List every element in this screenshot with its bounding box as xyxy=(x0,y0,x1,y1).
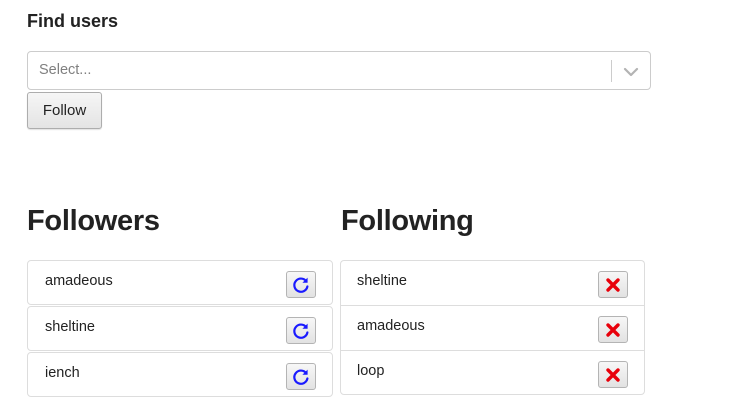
find-users-title: Find users xyxy=(27,11,119,31)
close-icon xyxy=(605,322,621,338)
follow-back-button[interactable] xyxy=(286,363,316,390)
following-name: sheltine xyxy=(357,273,407,289)
following-title: Following xyxy=(341,205,474,237)
follower-name: sheltine xyxy=(45,319,95,335)
unfollow-button[interactable] xyxy=(598,361,628,388)
user-select[interactable]: Select... xyxy=(27,51,651,90)
select-separator xyxy=(611,60,612,82)
following-row: amadeous xyxy=(340,305,645,350)
follower-name: iench xyxy=(45,365,80,381)
following-row: sheltine xyxy=(340,260,645,305)
follow-back-button[interactable] xyxy=(286,271,316,298)
following-row: loop xyxy=(340,350,645,395)
followers-list: amadeous sheltine iench xyxy=(27,260,333,398)
following-list: sheltine amadeous loop xyxy=(340,260,645,395)
refresh-icon xyxy=(291,275,311,295)
refresh-icon xyxy=(291,321,311,341)
refresh-icon xyxy=(291,367,311,387)
follower-name: amadeous xyxy=(45,273,113,289)
chevron-down-icon[interactable] xyxy=(622,64,640,80)
unfollow-button[interactable] xyxy=(598,271,628,298)
follower-row: sheltine xyxy=(27,306,333,351)
follower-row: amadeous xyxy=(27,260,333,305)
page: Find users Select... Follow Followers Fo… xyxy=(0,0,756,409)
user-select-placeholder: Select... xyxy=(39,62,92,78)
followers-title: Followers xyxy=(27,205,160,237)
close-icon xyxy=(605,367,621,383)
following-name: loop xyxy=(357,363,385,379)
follow-button[interactable]: Follow xyxy=(27,92,102,129)
unfollow-button[interactable] xyxy=(598,316,628,343)
close-icon xyxy=(605,277,621,293)
follow-back-button[interactable] xyxy=(286,317,316,344)
following-name: amadeous xyxy=(357,318,425,334)
follower-row: iench xyxy=(27,352,333,397)
